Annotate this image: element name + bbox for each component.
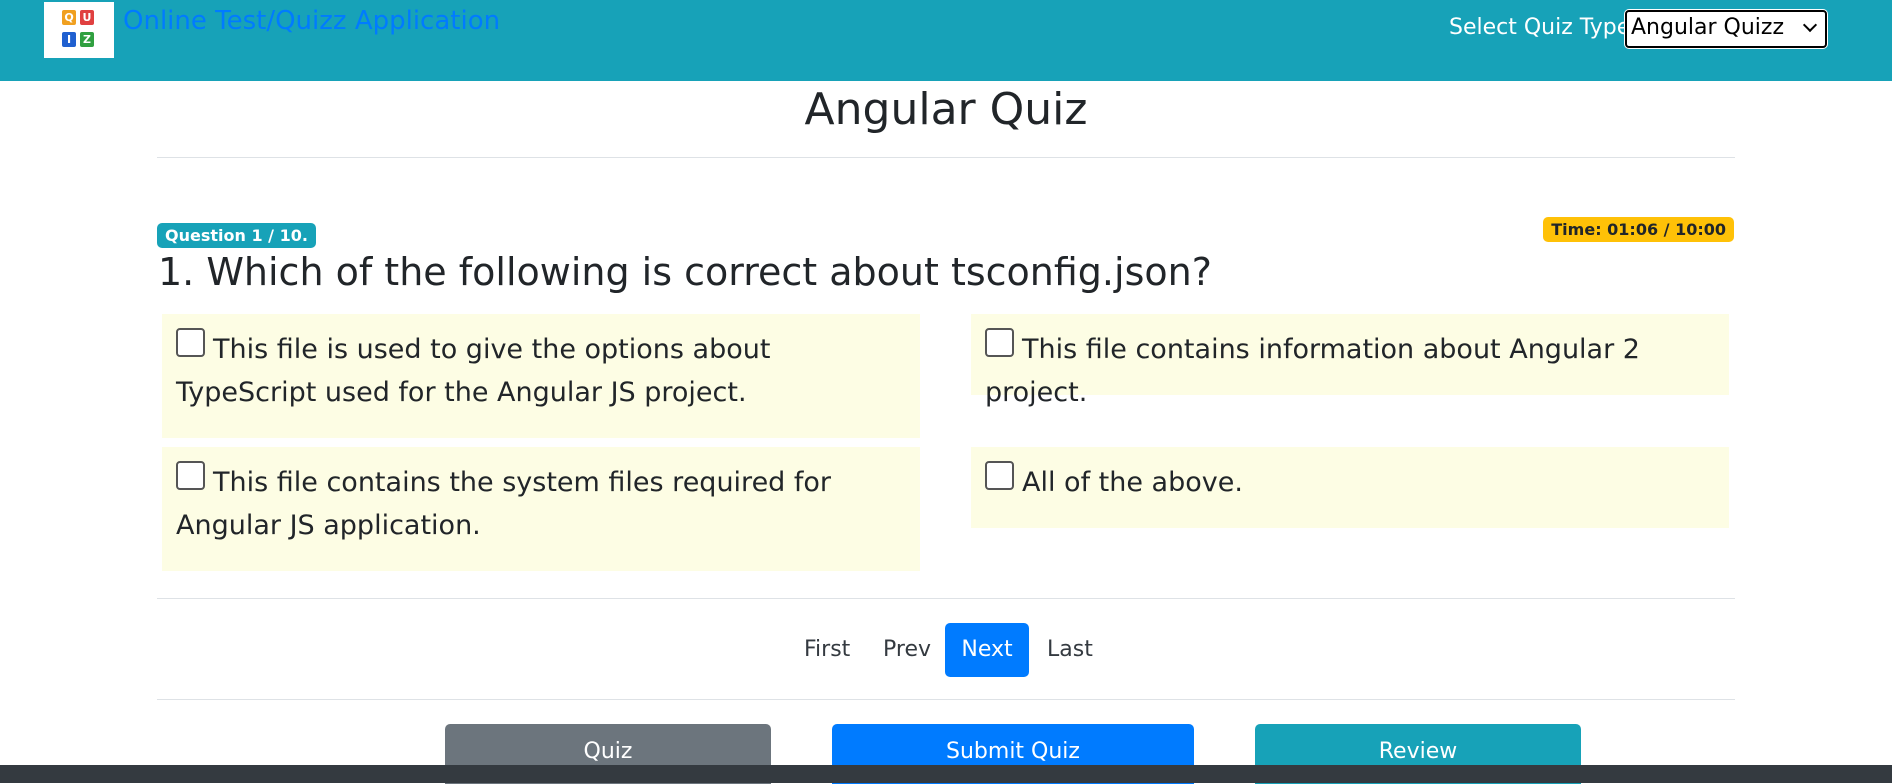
pagination-last[interactable]: Last: [1047, 623, 1093, 677]
timer-badge: Time: 01:06 / 10:00: [1543, 217, 1734, 242]
logo-tile-q: Q: [62, 10, 76, 25]
app-title-link[interactable]: Online Test/Quizz Application: [123, 6, 500, 36]
answer-option-label: This file contains the system files requ…: [176, 467, 832, 541]
chevron-down-icon: [1802, 17, 1818, 33]
quiz-type-selected-value: Angular Quizz: [1631, 15, 1785, 40]
answer-option-label: This file is used to give the options ab…: [176, 334, 771, 408]
answer-checkbox-1[interactable]: [176, 328, 205, 357]
footer: [0, 765, 1892, 783]
pagination-prev[interactable]: Prev: [883, 623, 931, 677]
divider: [157, 598, 1735, 599]
navbar: Q U I Z Online Test/Quizz Application Se…: [0, 0, 1892, 81]
divider: [157, 699, 1735, 700]
logo-tile-i: I: [62, 32, 76, 47]
question-counter-badge: Question 1 / 10.: [157, 223, 316, 248]
answer-option-label: All of the above.: [1022, 467, 1243, 498]
answer-option-3[interactable]: This file contains the system files requ…: [162, 447, 920, 571]
answer-checkbox-2[interactable]: [985, 328, 1014, 357]
logo-tile-u: U: [80, 10, 94, 25]
answer-option-1[interactable]: This file is used to give the options ab…: [162, 314, 920, 438]
answer-checkbox-3[interactable]: [176, 461, 205, 490]
quiz-type-select[interactable]: Angular Quizz: [1625, 10, 1827, 48]
logo-tile-z: Z: [80, 32, 94, 47]
question-text: 1. Which of the following is correct abo…: [158, 250, 1212, 294]
answer-option-4[interactable]: All of the above.: [971, 447, 1729, 528]
pagination-next[interactable]: Next: [945, 623, 1029, 677]
answer-checkbox-4[interactable]: [985, 461, 1014, 490]
page-title: Angular Quiz: [804, 84, 1088, 135]
answer-option-2[interactable]: This file contains information about Ang…: [971, 314, 1729, 408]
pagination-first[interactable]: First: [804, 623, 850, 677]
app-logo[interactable]: Q U I Z: [44, 2, 114, 58]
divider: [157, 157, 1735, 158]
quiz-type-label: Select Quiz Type:: [1449, 15, 1638, 40]
answer-option-label: This file contains information about Ang…: [985, 334, 1640, 408]
